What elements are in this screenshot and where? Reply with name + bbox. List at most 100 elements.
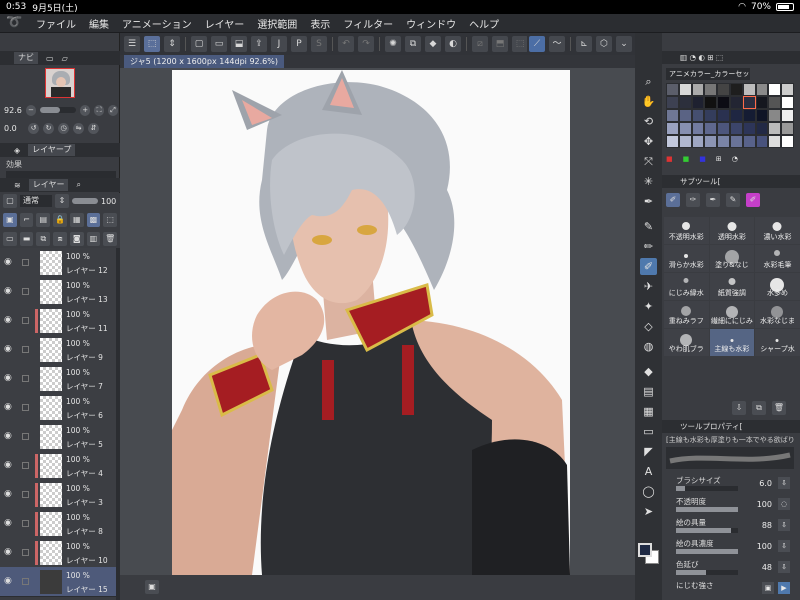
brush-item-selected[interactable]: 主線も水彩 bbox=[709, 329, 755, 356]
swatch[interactable] bbox=[742, 135, 756, 148]
color-stretch-stepper[interactable]: ⇩ bbox=[778, 561, 790, 573]
lock-toggle[interactable] bbox=[22, 433, 29, 440]
paint-density-slider[interactable] bbox=[676, 549, 738, 554]
ref-layer-icon[interactable]: ▤ bbox=[36, 213, 51, 227]
menu-animation[interactable]: アニメーション bbox=[122, 16, 192, 31]
blur-image-icon[interactable]: ▣ bbox=[762, 582, 774, 594]
swatch-selected[interactable] bbox=[742, 96, 756, 109]
chevron-down-icon[interactable]: ⌄ bbox=[616, 36, 632, 52]
copy-layer-icon[interactable]: ⧉ bbox=[36, 232, 51, 246]
export-jpg-icon[interactable]: J bbox=[271, 36, 287, 52]
flip-horizontal-icon[interactable]: ⇋ bbox=[73, 122, 84, 134]
airbrush-tool-icon[interactable]: ✈ bbox=[640, 278, 657, 295]
add-color-icon[interactable]: ⊞ bbox=[716, 155, 722, 167]
layer-row[interactable]: ◉ 100 % レイヤー 12 bbox=[0, 248, 116, 278]
blur-play-icon[interactable]: ▶ bbox=[778, 582, 790, 594]
swatch[interactable] bbox=[768, 109, 782, 122]
brush-item[interactable]: 重ねみラフ bbox=[664, 301, 709, 328]
merge-down-icon[interactable]: ⧈ bbox=[53, 232, 67, 246]
clip-icon[interactable]: ⌐ bbox=[19, 213, 34, 227]
layer-row[interactable]: ◉ 100 % レイヤー 5 bbox=[0, 422, 116, 452]
menu-filter[interactable]: フィルター bbox=[343, 16, 393, 31]
lock-toggle[interactable] bbox=[22, 375, 29, 382]
zoom-in-icon[interactable]: + bbox=[80, 104, 91, 116]
layer-row[interactable]: ◉ 100 % レイヤー 11 bbox=[0, 306, 116, 336]
swatch[interactable] bbox=[666, 135, 679, 148]
eye-icon[interactable]: ◉ bbox=[4, 431, 16, 441]
new-folder-icon[interactable]: ▬ bbox=[19, 232, 34, 246]
object-tool-icon[interactable]: ➤ bbox=[640, 503, 657, 520]
menu-window[interactable]: ウィンドウ bbox=[406, 16, 456, 31]
app-logo-icon[interactable]: ➰ bbox=[6, 16, 22, 30]
opacity-toggle[interactable]: ◌ bbox=[778, 498, 790, 510]
palette-icon[interactable]: ◔ bbox=[732, 155, 738, 167]
magic-wand-icon[interactable]: ✳ bbox=[640, 173, 657, 190]
zoom-out-icon[interactable]: − bbox=[26, 104, 37, 116]
tab-navigator[interactable]: ナビ bbox=[14, 52, 38, 64]
swatch[interactable] bbox=[691, 135, 705, 148]
swatch[interactable] bbox=[717, 109, 730, 122]
lock-toggle[interactable] bbox=[22, 346, 29, 353]
fill-bucket-icon[interactable]: ◆ bbox=[425, 36, 441, 52]
layer-move-icon[interactable]: ⤧ bbox=[640, 153, 657, 170]
swatch[interactable] bbox=[678, 122, 692, 135]
open-folder-icon[interactable]: ▭ bbox=[211, 36, 227, 52]
brush-item[interactable]: 濃い水彩 bbox=[755, 217, 800, 244]
swatch[interactable] bbox=[666, 83, 679, 96]
lock-toggle[interactable] bbox=[22, 549, 29, 556]
brush-item[interactable]: 塗り&なじ bbox=[709, 245, 755, 272]
swatch[interactable] bbox=[704, 109, 718, 122]
swatch[interactable] bbox=[755, 122, 769, 135]
swatch[interactable] bbox=[691, 83, 705, 96]
eye-icon[interactable]: ◉ bbox=[4, 547, 16, 557]
swatch[interactable] bbox=[742, 83, 756, 96]
layer-3d-icon[interactable]: ⬡ bbox=[596, 36, 612, 52]
eyedropper-icon[interactable]: ✒ bbox=[640, 193, 657, 210]
swatch[interactable] bbox=[717, 135, 730, 148]
main-color-swatch[interactable] bbox=[638, 543, 652, 557]
eye-icon[interactable]: ◉ bbox=[4, 286, 16, 296]
swatch[interactable] bbox=[729, 83, 743, 96]
pen-icon[interactable] bbox=[22, 578, 29, 585]
brush-size-stepper[interactable]: ⇩ bbox=[778, 477, 790, 489]
invert-selection-icon[interactable]: ⬒ bbox=[492, 36, 508, 52]
blend-mode-select[interactable]: 通常 bbox=[20, 195, 52, 207]
hamburger-icon[interactable]: ☰ bbox=[124, 36, 140, 52]
swatch[interactable] bbox=[781, 96, 794, 109]
layer-row[interactable]: ◉ 100 % レイヤー 4 bbox=[0, 451, 116, 481]
eye-icon[interactable]: ◉ bbox=[4, 460, 16, 470]
lock-toggle[interactable] bbox=[22, 404, 29, 411]
eye-icon[interactable]: ◉ bbox=[4, 518, 16, 528]
new-raster-icon[interactable]: ▭ bbox=[3, 232, 17, 246]
ruler-layer-icon[interactable]: ⬚ bbox=[103, 213, 118, 227]
swatch[interactable] bbox=[742, 109, 756, 122]
brush-item[interactable]: 滑らか水彩 bbox=[664, 245, 709, 272]
paint-amount-stepper[interactable]: ⇩ bbox=[778, 519, 790, 531]
ruler-tool-icon[interactable]: ◤ bbox=[640, 443, 657, 460]
undo-icon[interactable]: ↶ bbox=[338, 36, 354, 52]
rotate-right-icon[interactable]: ↻ bbox=[43, 122, 54, 134]
brush-item[interactable]: にじみ縁水 bbox=[664, 273, 709, 300]
deselect-icon[interactable]: ⧄ bbox=[472, 36, 488, 52]
save-icon[interactable]: ⬓ bbox=[231, 36, 247, 52]
decoration-tool-icon[interactable]: ✦ bbox=[640, 298, 657, 315]
paint-amount-slider[interactable] bbox=[676, 528, 738, 533]
layer-row[interactable]: ◉ 100 % レイヤー 13 bbox=[0, 277, 116, 307]
eye-icon[interactable]: ◉ bbox=[4, 402, 16, 412]
lock-alpha-icon[interactable]: ▦ bbox=[69, 213, 84, 227]
brush-item[interactable]: 水多め bbox=[755, 273, 800, 300]
loading-icon[interactable]: ✺ bbox=[385, 36, 401, 52]
layer-mask-icon[interactable]: ◙ bbox=[69, 232, 84, 246]
swatch[interactable] bbox=[717, 83, 730, 96]
layer-opacity-slider[interactable] bbox=[72, 198, 98, 204]
swatch[interactable] bbox=[729, 96, 743, 109]
zoom-slider[interactable] bbox=[40, 107, 77, 113]
swatch[interactable] bbox=[755, 109, 769, 122]
swatch[interactable] bbox=[691, 96, 705, 109]
swatch[interactable] bbox=[717, 96, 730, 109]
swatch[interactable] bbox=[729, 135, 743, 148]
text-tool-icon[interactable]: A bbox=[640, 463, 657, 480]
layer-row-selected[interactable]: ◉ 100 % レイヤー 15 bbox=[0, 567, 116, 597]
swatch[interactable] bbox=[755, 135, 769, 148]
export-png-icon[interactable]: P bbox=[291, 36, 307, 52]
